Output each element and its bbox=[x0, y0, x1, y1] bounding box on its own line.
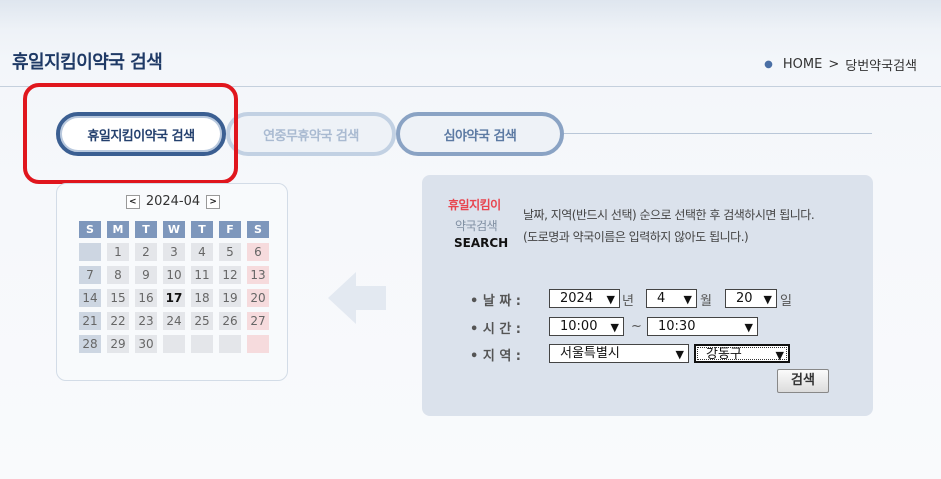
calendar-day[interactable]: 26 bbox=[219, 312, 241, 330]
date-label: • 날 짜 : bbox=[470, 294, 522, 309]
year-value: 2024 bbox=[560, 291, 594, 306]
arrow-left-icon bbox=[328, 272, 386, 324]
calendar-day[interactable]: 17 bbox=[163, 289, 185, 307]
calendar-day[interactable]: 18 bbox=[191, 289, 213, 307]
bullet-icon: ● bbox=[764, 59, 773, 70]
breadcrumb: ● HOME > 당번약국검색 bbox=[764, 55, 917, 74]
month-unit: 월 bbox=[700, 294, 712, 309]
district-value: 강동구 bbox=[706, 347, 742, 362]
city-select[interactable]: 서울특별시 ▼ bbox=[549, 344, 689, 363]
tab-always-open-pharmacy[interactable]: 연중무휴약국 검색 bbox=[226, 112, 396, 156]
region-label: • 지 역 : bbox=[470, 349, 522, 364]
calendar-day[interactable]: 12 bbox=[219, 266, 241, 284]
chevron-down-icon: ▼ bbox=[744, 321, 753, 334]
calendar-day[interactable]: 30 bbox=[135, 335, 157, 353]
calendar-day[interactable]: 11 bbox=[191, 266, 213, 284]
time-separator: ~ bbox=[631, 319, 642, 334]
weekday-header: W bbox=[163, 221, 185, 238]
top-banner bbox=[0, 0, 941, 30]
calendar-day[interactable]: 8 bbox=[107, 266, 129, 284]
search-button[interactable]: 검색 bbox=[777, 369, 829, 393]
calendar-day[interactable]: 21 bbox=[79, 312, 101, 330]
calendar-day[interactable]: 13 bbox=[247, 266, 269, 284]
calendar-day[interactable]: 28 bbox=[79, 335, 101, 353]
calendar: < 2024-04 > S M T W T F S 1 2 3 4 5 6 7 8 9 10 11 12 13 14 15… bbox=[56, 183, 288, 381]
highlight-box bbox=[23, 83, 238, 184]
calendar-day[interactable]: 3 bbox=[163, 243, 185, 261]
breadcrumb-current: 당번약국검색 bbox=[845, 59, 917, 74]
search-description: 날짜, 지역(반드시 선택) 순으로 선택한 후 검색하시면 됩니다. bbox=[523, 208, 815, 222]
chevron-down-icon: ▼ bbox=[775, 349, 784, 362]
calendar-day[interactable]: 19 bbox=[219, 289, 241, 307]
year-unit: 년 bbox=[622, 294, 634, 309]
calendar-day[interactable]: 16 bbox=[135, 289, 157, 307]
prev-month-button[interactable]: < bbox=[125, 194, 140, 209]
calendar-day[interactable]: 5 bbox=[219, 243, 241, 261]
calendar-day[interactable]: 9 bbox=[135, 266, 157, 284]
search-label-en: SEARCH bbox=[454, 236, 509, 250]
year-select[interactable]: 2024 ▼ bbox=[549, 289, 620, 308]
calendar-day[interactable]: 22 bbox=[107, 312, 129, 330]
weekday-header: M bbox=[107, 221, 129, 238]
time-to-value: 10:30 bbox=[658, 319, 696, 334]
weekday-header: S bbox=[247, 221, 269, 238]
calendar-day[interactable]: 27 bbox=[247, 312, 269, 330]
tab-divider bbox=[560, 133, 872, 134]
next-month-button[interactable]: > bbox=[206, 194, 221, 209]
chevron-down-icon: ▼ bbox=[763, 293, 772, 306]
calendar-day[interactable]: 20 bbox=[247, 289, 269, 307]
calendar-day-empty bbox=[247, 335, 269, 353]
calendar-day[interactable]: 24 bbox=[163, 312, 185, 330]
month-value: 4 bbox=[657, 291, 666, 306]
time-from-select[interactable]: 10:00 ▼ bbox=[549, 317, 624, 336]
calendar-day[interactable]: 2 bbox=[135, 243, 157, 261]
search-label-title: 휴일지킴이 bbox=[448, 198, 501, 212]
day-unit: 일 bbox=[780, 294, 792, 309]
weekday-header: T bbox=[135, 221, 157, 238]
time-to-select[interactable]: 10:30 ▼ bbox=[647, 317, 758, 336]
month-select[interactable]: 4 ▼ bbox=[646, 289, 697, 308]
day-select[interactable]: 20 ▼ bbox=[725, 289, 777, 308]
tab-night-pharmacy[interactable]: 심야약국 검색 bbox=[396, 112, 564, 156]
time-from-value: 10:00 bbox=[560, 319, 598, 334]
calendar-day[interactable]: 6 bbox=[247, 243, 269, 261]
chevron-down-icon: ▼ bbox=[683, 293, 692, 306]
calendar-day-empty bbox=[79, 243, 101, 261]
calendar-grid: S M T W T F S 1 2 3 4 5 6 7 8 9 10 11 12 13 14 15 16 17 18 19 20 21… bbox=[79, 221, 269, 353]
weekday-header: F bbox=[219, 221, 241, 238]
weekday-header: T bbox=[191, 221, 213, 238]
chevron-down-icon: ▼ bbox=[675, 348, 684, 361]
calendar-day[interactable]: 10 bbox=[163, 266, 185, 284]
calendar-day-empty bbox=[163, 335, 185, 353]
breadcrumb-separator: > bbox=[828, 57, 840, 72]
calendar-day-empty bbox=[219, 335, 241, 353]
calendar-day[interactable]: 23 bbox=[135, 312, 157, 330]
breadcrumb-home[interactable]: HOME bbox=[783, 57, 822, 72]
calendar-day[interactable]: 1 bbox=[107, 243, 129, 261]
page-title: 휴일지킴이약국 검색 bbox=[12, 52, 163, 73]
calendar-header: < 2024-04 > bbox=[57, 194, 289, 209]
calendar-month-label: 2024-04 bbox=[145, 194, 201, 209]
calendar-day[interactable]: 4 bbox=[191, 243, 213, 261]
chevron-down-icon: ▼ bbox=[606, 293, 615, 306]
weekday-header: S bbox=[79, 221, 101, 238]
district-select[interactable]: 강동구 ▼ bbox=[694, 344, 790, 363]
calendar-day[interactable]: 14 bbox=[79, 289, 101, 307]
calendar-day-empty bbox=[191, 335, 213, 353]
search-label-sub: 약국검색 bbox=[455, 219, 498, 233]
chevron-down-icon: ▼ bbox=[610, 321, 619, 334]
search-note: (도로명과 약국이름은 입력하지 않아도 됩니다.) bbox=[523, 230, 749, 244]
time-label: • 시 간 : bbox=[470, 322, 522, 337]
calendar-day[interactable]: 25 bbox=[191, 312, 213, 330]
calendar-day[interactable]: 7 bbox=[79, 266, 101, 284]
calendar-day[interactable]: 15 bbox=[107, 289, 129, 307]
day-value: 20 bbox=[736, 291, 753, 306]
city-value: 서울특별시 bbox=[560, 346, 620, 361]
calendar-day[interactable]: 29 bbox=[107, 335, 129, 353]
